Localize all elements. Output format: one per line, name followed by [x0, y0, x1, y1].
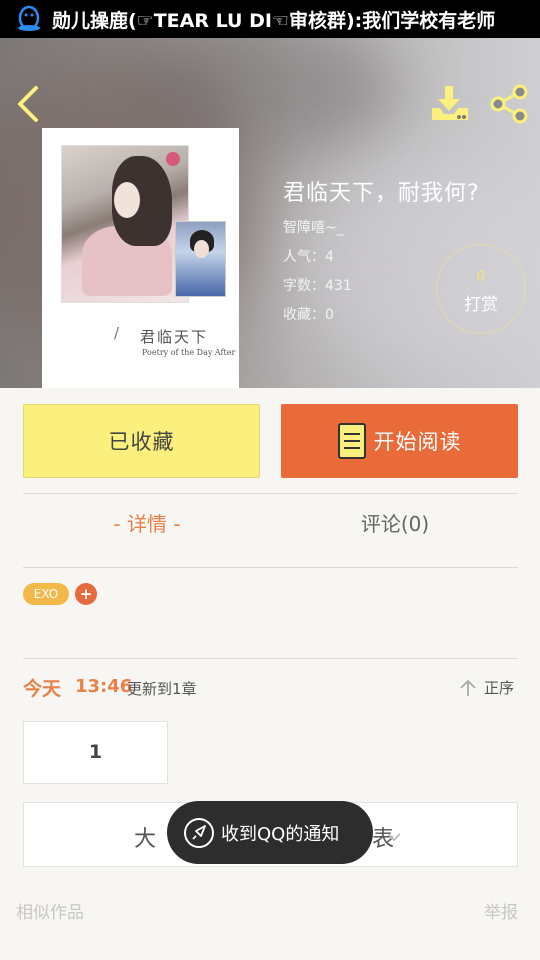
chapter-item[interactable]: 1 — [23, 721, 168, 784]
expand-label: 大 — [134, 827, 159, 852]
chevron-left-icon — [18, 86, 38, 122]
toast-notification: 收到QQ的通知 — [167, 801, 373, 864]
divider — [23, 658, 518, 659]
share-icon — [490, 84, 528, 124]
start-reading-label: 开始阅读 — [373, 430, 462, 454]
divider — [23, 493, 518, 494]
download-button[interactable] — [428, 84, 472, 124]
book-popularity: 人气：4 — [283, 249, 334, 265]
cover-slash: / — [114, 324, 120, 342]
start-reading-button[interactable]: 开始阅读 — [281, 404, 518, 478]
rocket-icon — [184, 817, 214, 848]
update-time: 13:46 — [75, 676, 133, 697]
book-word-count: 字数：431 — [283, 278, 352, 294]
update-status: 更新到1章 — [127, 680, 197, 698]
download-icon — [432, 86, 468, 120]
book-header: / 君临天下 Poetry of the Day After 君临天下，耐我何?… — [0, 38, 540, 388]
book-favorites: 收藏：0 — [283, 307, 334, 323]
tip-count: 0 — [476, 269, 486, 285]
tip-button[interactable]: 0 打赏 — [436, 244, 526, 334]
book-author[interactable]: 智障嘻~_ — [283, 217, 344, 237]
report-link[interactable]: 举报 — [484, 898, 518, 923]
cover-photo-main — [61, 145, 189, 303]
collect-button[interactable]: 已收藏 — [23, 404, 260, 478]
status-bar: 勋儿操鹿(☞TEAR LU DI☜审核群):我们学校有老师 — [0, 0, 540, 38]
similar-works-link[interactable]: 相似作品 — [16, 898, 84, 923]
collect-label: 已收藏 — [108, 430, 175, 454]
back-button[interactable] — [12, 82, 46, 126]
book-info: 君临天下，耐我何? 智障嘻~_ 人气：4 字数：431 收藏：0 — [283, 175, 480, 323]
toast-text: 收到QQ的通知 — [221, 823, 340, 845]
cover-subtitle: Poetry of the Day After — [142, 348, 236, 357]
cover-title: 君临天下 — [140, 328, 209, 346]
sort-label: 正序 — [484, 679, 515, 697]
divider — [23, 567, 518, 568]
tab-comments[interactable]: 评论(0) — [271, 508, 519, 537]
add-tag-button[interactable]: + — [75, 583, 97, 605]
share-button[interactable] — [488, 82, 532, 126]
update-day: 今天 — [23, 678, 62, 700]
book-title: 君临天下，耐我何? — [283, 181, 480, 206]
qq-notification-icon — [14, 4, 44, 34]
tip-label: 打赏 — [464, 295, 498, 315]
book-cover[interactable]: / 君临天下 Poetry of the Day After — [42, 128, 239, 388]
tag-exo[interactable]: EXO — [23, 583, 69, 605]
chevron-down-icon — [387, 833, 401, 842]
notification-text: 勋儿操鹿(☞TEAR LU DI☜审核群):我们学校有老师 — [52, 9, 496, 32]
sort-button[interactable]: 正序 — [458, 677, 514, 698]
arrow-up-icon — [460, 679, 476, 696]
cover-photo-inset — [175, 221, 226, 297]
book-icon — [337, 423, 366, 459]
tab-detail[interactable]: - 详情 - — [23, 508, 271, 537]
